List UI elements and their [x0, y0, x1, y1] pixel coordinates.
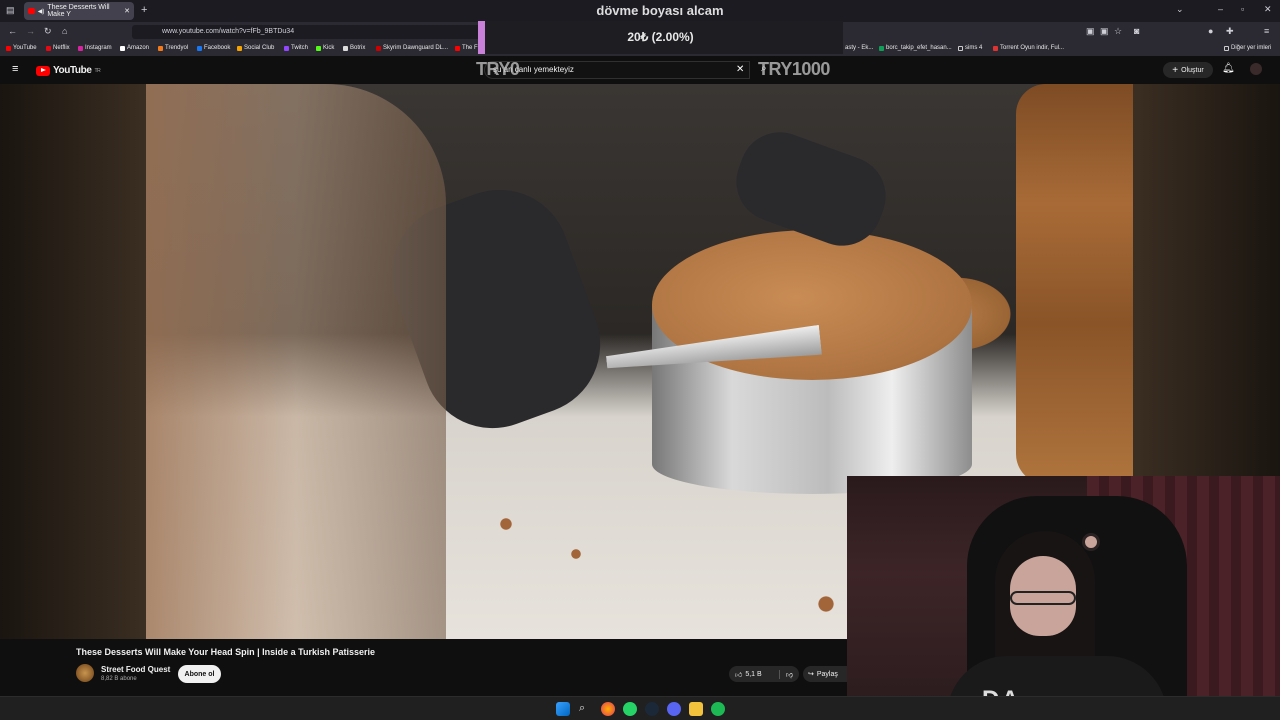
steam-icon[interactable]	[645, 702, 659, 716]
webcam-feed: DA	[847, 476, 1280, 720]
bookmark-skyrim[interactable]: Skyrim Dawnguard DL...	[376, 45, 448, 51]
kick-icon	[316, 45, 321, 51]
create-button[interactable]: + Oluştur	[1163, 62, 1213, 78]
firefox-icon[interactable]	[601, 702, 615, 716]
share-icon: ↪	[808, 671, 814, 678]
headset-ear-image	[1082, 533, 1100, 551]
facebook-icon	[197, 45, 202, 51]
windows-taskbar: ⌕	[0, 696, 1280, 720]
video-ambient-left	[0, 84, 146, 639]
home-icon[interactable]: ⌂	[62, 26, 67, 36]
youtube-favicon-icon	[28, 8, 35, 14]
glasses-image	[1010, 591, 1076, 605]
other-bookmarks[interactable]: Diğer yer imleri	[1224, 45, 1271, 51]
sheets-icon	[879, 45, 884, 51]
bookmark-the-f[interactable]: The F	[455, 45, 478, 51]
minimize-icon[interactable]: –	[1218, 4, 1223, 14]
channel-avatar[interactable]	[76, 664, 94, 682]
like-button[interactable]: 👍︎ 5,1 B 👎︎	[729, 666, 799, 682]
video-ambient-right	[1133, 84, 1280, 476]
search-icon[interactable]: ⌕	[579, 702, 585, 715]
hamburger-menu-icon[interactable]: ≡	[12, 63, 18, 75]
bookmark-facebook[interactable]: Facebook	[197, 45, 230, 51]
discord-icon[interactable]	[667, 702, 681, 716]
bookmark-borc-takip[interactable]: borc_takip_efet_hasan...	[879, 45, 952, 51]
bookmark-star-icon[interactable]: ☆	[1114, 26, 1122, 37]
new-tab-icon[interactable]: +	[141, 4, 147, 16]
pip-icon[interactable]: ▣	[1100, 26, 1109, 37]
goal-max-label: TRY1000	[758, 59, 830, 79]
reload-icon[interactable]: ↻	[44, 26, 52, 37]
youtube-icon	[455, 45, 460, 51]
bookmark-torrent[interactable]: Torrent Oyun indir, Ful...	[993, 45, 1064, 51]
region-code: TR	[94, 67, 101, 74]
menu-icon[interactable]: ≡	[1264, 26, 1269, 36]
account-icon[interactable]: ●	[1208, 26, 1213, 36]
subscriber-count: 8,82 B abone	[101, 676, 137, 682]
reader-icon[interactable]: ▣	[1086, 26, 1095, 37]
pitcher-image	[146, 84, 446, 639]
bookmark-netflix[interactable]: Netflix	[46, 45, 70, 51]
instagram-icon	[78, 45, 83, 51]
social-club-icon	[237, 45, 242, 51]
bookmark-asty[interactable]: asty - Ek...	[845, 45, 873, 51]
extensions-icon[interactable]: ✚	[1226, 26, 1234, 37]
cake-stack-image	[1016, 84, 1133, 484]
clear-search-icon[interactable]: ✕	[736, 64, 744, 75]
youtube-logo-text: YouTube	[53, 65, 92, 76]
botrix-icon	[343, 45, 348, 51]
youtube-play-icon	[36, 65, 50, 76]
goal-min-label: TRY0	[476, 59, 520, 79]
plus-icon: +	[1172, 64, 1179, 76]
bookmark-amazon[interactable]: Amazon	[120, 45, 149, 51]
skyrim-icon	[376, 45, 381, 51]
tab-list-icon[interactable]: ▤	[6, 5, 15, 16]
tab-close-icon[interactable]: ✕	[124, 7, 130, 15]
bookmark-instagram[interactable]: Instagram	[78, 45, 112, 51]
browser-tab[interactable]: ◀) These Desserts Will Make Y ✕	[24, 2, 134, 20]
url-text: www.youtube.com/watch?v=fFb_9BTDu34	[162, 28, 295, 35]
bookmark-social-club[interactable]: Social Club	[237, 45, 274, 51]
video-title: These Desserts Will Make Your Head Spin …	[76, 647, 376, 657]
screenshot-icon[interactable]: ◙	[1134, 26, 1139, 36]
bookmark-kick[interactable]: Kick	[316, 45, 334, 51]
channel-name[interactable]: Street Food Quest	[101, 665, 170, 674]
donation-alert-title: dövme boyası alcam	[596, 3, 724, 18]
share-button[interactable]: ↪ Paylaş	[803, 666, 847, 682]
thumbs-down-icon[interactable]: 👎︎	[778, 669, 793, 679]
torrent-icon	[993, 45, 998, 51]
folder-icon	[1224, 45, 1229, 51]
bookmark-trendyol[interactable]: Trendyol	[158, 45, 188, 51]
restore-icon[interactable]: ▫	[1241, 4, 1244, 14]
windows-start-icon[interactable]	[556, 702, 570, 716]
close-window-icon[interactable]: ✕	[1264, 4, 1272, 15]
speaker-icon[interactable]: ◀)	[38, 8, 45, 15]
bookmark-botrix[interactable]: Botrix	[343, 45, 365, 51]
thumbs-up-icon: 👍︎	[735, 671, 743, 679]
donation-goal-amount: 20₺ (2.00%)	[627, 30, 694, 44]
back-icon[interactable]: ←	[8, 26, 17, 36]
amazon-icon	[120, 45, 125, 51]
youtube-icon	[6, 45, 11, 51]
file-explorer-icon[interactable]	[689, 702, 703, 716]
bookmark-sims4[interactable]: sims 4	[958, 45, 982, 51]
like-count: 5,1 B	[745, 670, 762, 678]
bookmark-twitch[interactable]: Twitch	[284, 45, 308, 51]
trendyol-icon	[158, 45, 163, 51]
search-input[interactable]: şu an canlı yemekteyiz	[484, 61, 750, 79]
forward-icon[interactable]: →	[26, 26, 35, 36]
spotify-icon[interactable]	[711, 702, 725, 716]
youtube-logo[interactable]: YouTube TR	[36, 65, 101, 76]
chevron-down-icon[interactable]: ⌄	[1176, 4, 1184, 15]
subscribe-button[interactable]: Abone ol	[178, 665, 221, 683]
avatar[interactable]	[1250, 63, 1262, 75]
whatsapp-icon[interactable]	[623, 702, 637, 716]
notifications-bell-icon[interactable]: 🔔︎	[1222, 63, 1235, 74]
bookmark-youtube[interactable]: YouTube	[6, 45, 37, 51]
twitch-icon	[284, 45, 289, 51]
folder-icon	[958, 45, 963, 51]
netflix-icon	[46, 45, 51, 51]
tab-title: These Desserts Will Make Y	[47, 4, 110, 18]
